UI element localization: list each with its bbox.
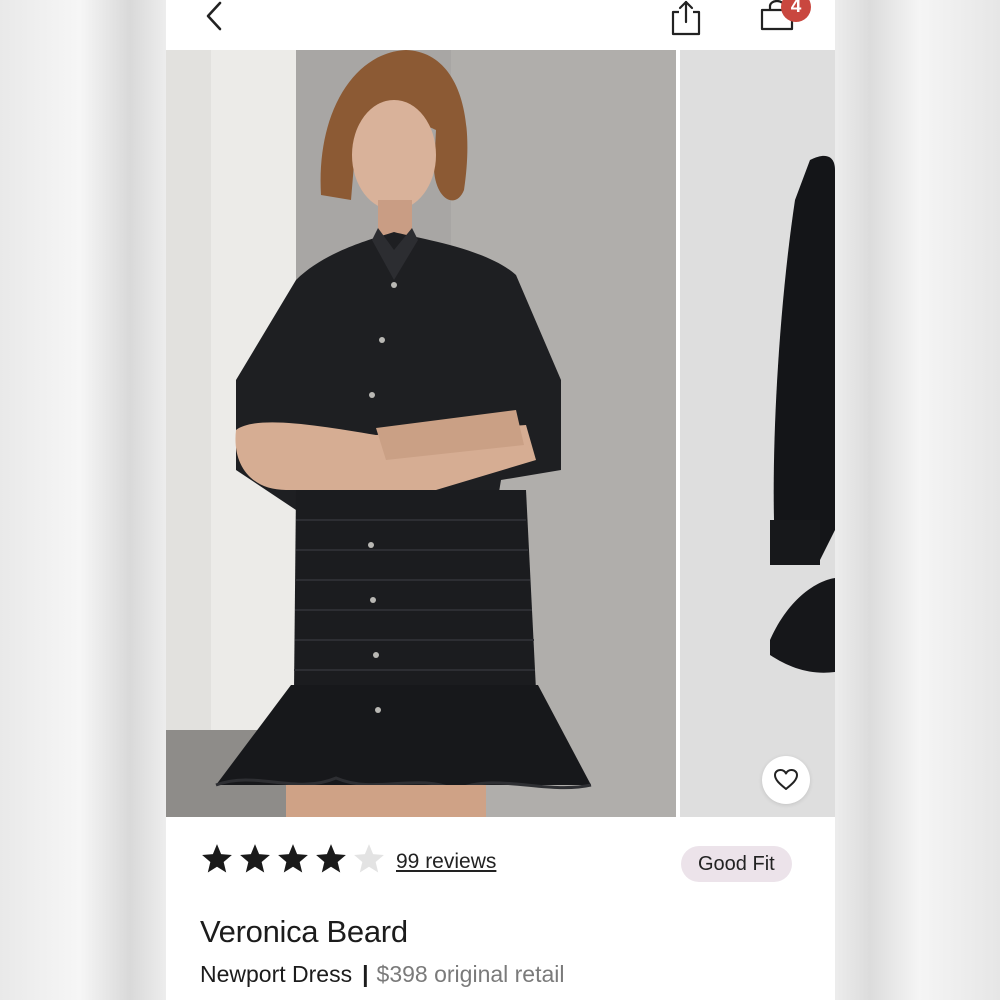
shopping-bag-button[interactable]: 4 <box>758 0 818 36</box>
star-filled-icon <box>240 844 270 873</box>
flatlay-photo-illustration <box>680 50 835 817</box>
brand-name[interactable]: Veronica Beard <box>200 914 408 950</box>
favorite-button[interactable] <box>762 756 810 804</box>
original-retail-price: $398 original retail <box>376 961 565 987</box>
chevron-left-icon <box>206 1 222 31</box>
product-name: Newport Dress <box>200 961 353 987</box>
fit-badge: Good Fit <box>681 846 792 882</box>
star-empty-icon <box>354 844 384 873</box>
product-photo-main[interactable] <box>166 50 676 817</box>
top-bar: 4 <box>166 0 835 50</box>
reviews-link[interactable]: 99 reviews <box>396 850 496 874</box>
rating-row: 99 reviews Good Fit <box>200 838 810 890</box>
product-image-carousel[interactable] <box>166 50 835 818</box>
product-photo-secondary[interactable] <box>680 50 835 817</box>
separator: | <box>362 961 369 987</box>
model-photo-illustration <box>166 50 676 817</box>
back-button[interactable] <box>202 0 230 34</box>
share-button[interactable] <box>668 0 704 36</box>
heart-icon <box>774 769 798 790</box>
share-icon <box>671 0 701 36</box>
star-filled-icon <box>202 844 232 873</box>
app-screen: 4 99 reviews Good Fit Veronica Beard New… <box>166 0 835 1000</box>
product-info-line: Newport Dress | $398 original retail <box>200 961 565 988</box>
star-filled-icon <box>316 844 346 873</box>
star-filled-icon <box>278 844 308 873</box>
